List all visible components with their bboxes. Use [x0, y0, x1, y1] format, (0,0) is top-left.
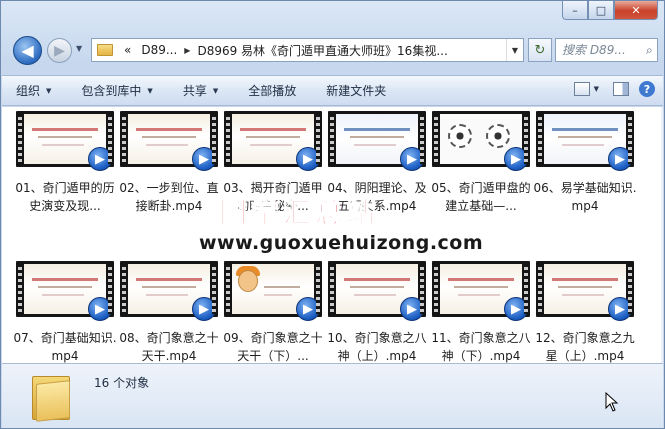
- close-button[interactable]: ✕: [614, 1, 658, 20]
- file-name: 01、奇门遁甲的历史演变及现...: [15, 181, 115, 213]
- video-thumbnail: ▶: [536, 111, 634, 171]
- media-player-icon: ▶: [192, 147, 216, 171]
- video-thumbnail: ▶: [16, 111, 114, 171]
- file-name: 07、奇门基础知识.mp4: [13, 331, 117, 363]
- share-label: 共享: [182, 84, 207, 98]
- file-name: 10、奇门象意之八神（上）.mp4: [327, 331, 427, 363]
- video-thumbnail: ▶: [16, 261, 114, 321]
- video-thumbnail: ▶: [328, 111, 426, 171]
- media-player-icon: ▶: [608, 147, 632, 171]
- video-thumbnail: ▶: [120, 111, 218, 171]
- file-item[interactable]: ▶ 06、易学基础知识.mp4: [533, 111, 637, 256]
- watermark-title: 国学汇总站: [218, 196, 380, 230]
- watermark-url: www.guoxuehuizong.com: [199, 232, 484, 254]
- media-player-icon: ▶: [400, 147, 424, 171]
- media-player-icon: ▶: [192, 297, 216, 321]
- media-player-icon: ▶: [88, 297, 112, 321]
- refresh-icon: ↻: [534, 42, 546, 58]
- file-name: 11、奇门象意之八神（下）.mp4: [431, 331, 531, 363]
- search-input[interactable]: [562, 43, 644, 57]
- help-icon[interactable]: ?: [639, 81, 655, 97]
- play-all-button[interactable]: 全部播放: [248, 82, 296, 99]
- breadcrumb-item[interactable]: D89...: [136, 43, 182, 57]
- file-name: 05、奇门遁甲盘的建立基础—...: [431, 181, 531, 213]
- media-player-icon: ▶: [88, 147, 112, 171]
- file-name: 09、奇门象意之十天干（下）...: [223, 331, 323, 363]
- command-bar: 组织 ▼ 包含到库中 ▼ 共享 ▼ 全部播放 新建文件夹 ▼ ?: [2, 75, 663, 106]
- address-bar[interactable]: « D89... ▶ D8969 易林《奇门遁甲直通大师班》16集视... ▼: [91, 38, 524, 62]
- play-all-label: 全部播放: [248, 84, 297, 98]
- video-thumbnail: ▶: [328, 261, 426, 321]
- include-library-label: 包含到库中: [81, 84, 142, 98]
- file-item[interactable]: ▶ 09、奇门象意之十天干（下）...: [222, 261, 324, 363]
- refresh-button[interactable]: ↻: [528, 38, 552, 62]
- item-count: 16 个对象: [94, 376, 150, 390]
- file-item[interactable]: ▶ 08、奇门象意之十天干.mp4: [118, 261, 220, 363]
- back-button[interactable]: ◀: [13, 36, 42, 65]
- preview-pane-icon[interactable]: [613, 82, 629, 96]
- video-thumbnail: ▶: [432, 261, 530, 321]
- file-name: 02、一步到位、直接断卦.mp4: [119, 181, 219, 213]
- details-pane: 16 个对象: [2, 363, 663, 428]
- include-in-library-menu[interactable]: 包含到库中 ▼: [81, 82, 152, 99]
- folder-icon: [32, 372, 70, 422]
- view-options-dropdown[interactable]: ▼: [594, 85, 599, 93]
- file-name: 08、奇门象意之十天干.mp4: [119, 331, 219, 363]
- address-dropdown[interactable]: ▼: [505, 39, 523, 61]
- scroll-edge: [661, 107, 663, 363]
- new-folder-button[interactable]: 新建文件夹: [326, 82, 386, 99]
- maximize-button[interactable]: □: [588, 1, 614, 20]
- minimize-button[interactable]: –: [562, 1, 588, 20]
- folder-icon: [97, 44, 113, 56]
- media-player-icon: ▶: [504, 297, 528, 321]
- media-player-icon: ▶: [504, 147, 528, 171]
- video-thumbnail: ▶: [224, 261, 322, 321]
- chevron-down-icon: ▼: [212, 86, 219, 95]
- chevron-down-icon: ▼: [46, 86, 52, 95]
- forward-arrow-icon: ▶: [54, 42, 65, 59]
- media-player-icon: ▶: [608, 297, 632, 321]
- chevron-down-icon: ▼: [511, 45, 518, 55]
- media-player-icon: ▶: [296, 297, 320, 321]
- file-item[interactable]: ▶ 12、奇门象意之九星（上）.mp4: [534, 261, 636, 363]
- file-name: 06、易学基础知识.mp4: [533, 181, 637, 213]
- file-item[interactable]: ▶ 07、奇门基础知识.mp4: [13, 261, 117, 363]
- mouse-cursor-icon: [605, 392, 619, 412]
- media-player-icon: ▶: [400, 297, 424, 321]
- chevron-down-icon: ▼: [76, 44, 83, 53]
- video-thumbnail: ▶: [432, 111, 530, 171]
- breadcrumb-separator-icon[interactable]: ▶: [182, 46, 192, 55]
- video-thumbnail: ▶: [120, 261, 218, 321]
- file-item[interactable]: ▶ 01、奇门遁甲的历史演变及现...: [14, 111, 116, 256]
- new-folder-label: 新建文件夹: [326, 84, 387, 98]
- chevron-down-icon: ▼: [147, 86, 153, 95]
- file-item[interactable]: ▶ 11、奇门象意之八神（下）.mp4: [430, 261, 532, 363]
- search-icon: ⌕: [646, 42, 653, 57]
- breadcrumb-overflow[interactable]: «: [119, 43, 136, 57]
- organize-menu[interactable]: 组织 ▼: [16, 82, 51, 99]
- search-box[interactable]: ⌕: [555, 38, 658, 62]
- back-arrow-icon: ◀: [21, 41, 34, 60]
- caption-buttons: – □ ✕: [562, 1, 658, 20]
- change-view-icon[interactable]: [573, 82, 590, 96]
- explorer-window: – □ ✕ ◀ ▶ ▼ « D89... ▶ D8969 易林《奇门遁甲直通大师…: [0, 0, 665, 429]
- video-thumbnail: ▶: [536, 261, 634, 321]
- navigation-bar: ◀ ▶ ▼ « D89... ▶ D8969 易林《奇门遁甲直通大师班》16集视…: [9, 34, 658, 66]
- view-controls: ▼ ?: [573, 81, 655, 97]
- breadcrumb-item[interactable]: D8969 易林《奇门遁甲直通大师班》16集视...: [192, 42, 452, 59]
- recent-pages-dropdown[interactable]: ▼: [76, 44, 82, 53]
- organize-label: 组织: [16, 84, 41, 98]
- file-name: 12、奇门象意之九星（上）.mp4: [535, 331, 635, 363]
- file-item[interactable]: ▶ 10、奇门象意之八神（上）.mp4: [326, 261, 428, 363]
- media-player-icon: ▶: [296, 147, 320, 171]
- video-thumbnail: ▶: [224, 111, 322, 171]
- forward-button[interactable]: ▶: [47, 38, 72, 63]
- share-menu[interactable]: 共享 ▼: [183, 82, 218, 99]
